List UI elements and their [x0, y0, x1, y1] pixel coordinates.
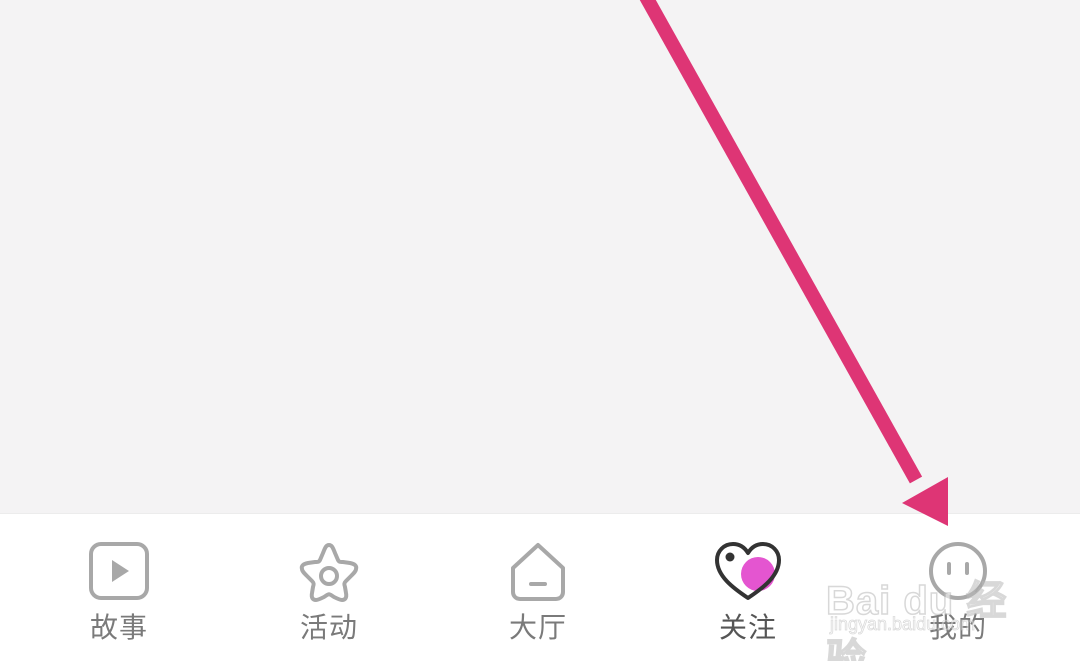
- tab-follow-label: 关注: [718, 611, 777, 644]
- tab-story-label: 故事: [89, 611, 148, 644]
- home-icon: [503, 538, 573, 604]
- star-icon: [294, 538, 364, 604]
- face-icon: [923, 538, 993, 604]
- tab-hall-label: 大厅: [508, 611, 567, 644]
- heart-icon: [713, 538, 783, 604]
- bottom-tab-bar: 故事 活动 大厅 关注 我的: [0, 513, 1080, 661]
- content-area: [0, 0, 1080, 513]
- tab-hall[interactable]: 大厅: [468, 514, 608, 661]
- app-screen: 故事 活动 大厅 关注 我的 Bai du 经验 jingyan.baidu.c…: [0, 0, 1080, 661]
- tab-mine[interactable]: 我的: [888, 514, 1028, 661]
- tab-mine-label: 我的: [928, 611, 987, 644]
- tab-activity[interactable]: 活动: [259, 514, 399, 661]
- tab-story[interactable]: 故事: [49, 514, 189, 661]
- tab-activity-label: 活动: [299, 611, 358, 644]
- play-square-icon: [84, 538, 154, 604]
- tab-follow[interactable]: 关注: [678, 514, 818, 661]
